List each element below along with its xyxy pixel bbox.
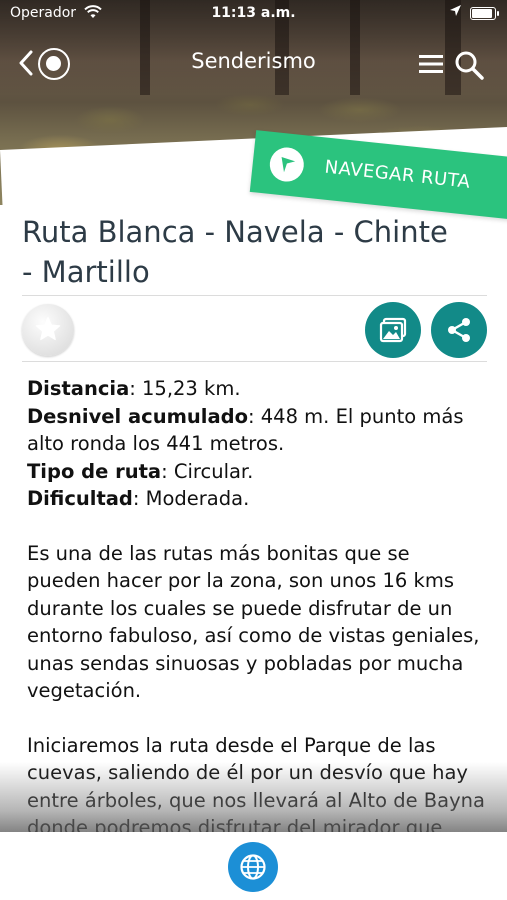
share-button[interactable] bbox=[431, 302, 487, 358]
menu-icon[interactable] bbox=[419, 53, 443, 79]
share-icon bbox=[448, 318, 470, 342]
status-bar: Operador 11:13 a.m. bbox=[0, 0, 507, 28]
gallery-icon bbox=[379, 317, 407, 343]
status-time: 11:13 a.m. bbox=[211, 5, 296, 21]
globe-icon bbox=[240, 854, 266, 880]
search-icon[interactable] bbox=[454, 50, 484, 84]
spec-label: Tipo de ruta bbox=[27, 459, 162, 483]
divider bbox=[22, 361, 487, 362]
spec-label: Distancia bbox=[27, 377, 130, 400]
spec-value: : Circular. bbox=[161, 459, 254, 483]
battery-icon bbox=[470, 7, 499, 20]
route-title: Ruta Blanca - Navela - Chinte - Martillo bbox=[22, 212, 482, 292]
spec-value: : 15,23 km. bbox=[129, 377, 241, 400]
gallery-button[interactable] bbox=[365, 302, 421, 358]
nav-bar: Senderismo bbox=[0, 38, 507, 90]
route-title-line: - Martillo bbox=[22, 255, 150, 289]
spec-elevation: Desnivel acumulado: 448 m. El punto más … bbox=[27, 403, 485, 458]
bottom-bar bbox=[0, 832, 507, 900]
spec-value: : Moderada. bbox=[132, 487, 250, 510]
description-paragraph: Es una de las rutas más bonitas que se p… bbox=[27, 541, 480, 703]
navigation-arrow-icon bbox=[268, 145, 306, 184]
spec-difficulty: Dificultad: Moderada. bbox=[27, 485, 485, 513]
spec-label: Dificultad bbox=[27, 487, 133, 510]
spec-route-type: Tipo de ruta: Circular. bbox=[27, 458, 485, 486]
divider bbox=[22, 295, 487, 296]
spec-label: Desnivel acumulado bbox=[27, 404, 248, 428]
favorite-button[interactable] bbox=[22, 304, 74, 356]
navigate-route-label: NAVEGAR RUTA bbox=[323, 156, 472, 193]
route-title-line: Ruta Blanca - Navela - Chinte bbox=[22, 215, 448, 249]
globe-button[interactable] bbox=[228, 842, 278, 892]
spec-distance: Distancia: 15,23 km. bbox=[27, 375, 485, 403]
location-arrow-icon bbox=[449, 4, 462, 21]
star-icon bbox=[35, 316, 61, 341]
content-fade-overlay bbox=[0, 762, 507, 832]
